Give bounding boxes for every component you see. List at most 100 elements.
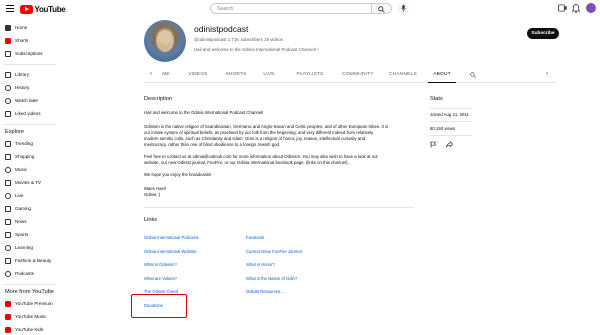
chevron-left-icon[interactable]: ‹ xyxy=(150,71,152,77)
sidebar-item-label: News xyxy=(15,219,27,224)
youtube-play-icon xyxy=(20,4,33,14)
sidebar-item-subscriptions[interactable]: Subscriptions xyxy=(0,48,60,59)
menu-icon[interactable] xyxy=(6,5,14,12)
sidebar-item-news[interactable]: News xyxy=(0,216,60,227)
sidebar-item-liked-videos[interactable]: Liked videos xyxy=(0,108,60,119)
sidebar-item-label: Liked videos xyxy=(15,111,41,116)
home-icon xyxy=(5,24,11,31)
sidebar-item-music[interactable]: Music xyxy=(0,164,60,175)
live-icon xyxy=(5,192,11,199)
sidebar-item-youtube-kids[interactable]: YouTube Kids xyxy=(0,324,60,335)
sidebar-item-podcasts[interactable]: Podcasts xyxy=(0,268,60,279)
sidebar-item-watch-later[interactable]: Watch later xyxy=(0,95,60,106)
sidebar-divider xyxy=(4,124,56,125)
sidebar-item-label: Sports xyxy=(15,232,29,237)
sidebar-item-shorts[interactable]: Shorts xyxy=(0,35,60,46)
channel-description-text: Hail and welcome to the Odinia Internati… xyxy=(194,47,317,52)
description-line: website, our new Odinist journal, FooFir… xyxy=(144,160,349,165)
tab-home[interactable]: ME xyxy=(158,67,174,83)
sidebar-item-movies-tv[interactable]: Movies & TV xyxy=(0,177,60,188)
description-signoff: Odinia :) xyxy=(144,192,161,197)
chevron-right-icon[interactable]: › xyxy=(546,71,548,77)
tab-videos[interactable]: VIDEOS xyxy=(184,67,212,83)
sidebar-item-label: Trending xyxy=(15,141,33,146)
tab-playlists[interactable]: PLAYLISTS xyxy=(292,67,328,83)
explore-heading: Explore xyxy=(5,129,24,135)
link-facebook[interactable]: Facebook xyxy=(246,235,264,240)
sidebar-item-label: Learning xyxy=(15,245,33,250)
top-bar: YouTube Search xyxy=(0,0,600,18)
search-input[interactable]: Search xyxy=(210,3,372,14)
sidebar-item-label: Live xyxy=(15,193,24,198)
sidebar-item-gaming[interactable]: Gaming xyxy=(0,203,60,214)
sidebar-item-fashion-beauty[interactable]: Fashion & Beauty xyxy=(0,255,60,266)
logo-text: YouTube xyxy=(34,4,66,14)
tab-live[interactable]: LIVE xyxy=(260,67,278,83)
description-heading: Description xyxy=(144,96,172,102)
tab-shorts[interactable]: SHORTS xyxy=(222,67,250,83)
sidebar-item-learning[interactable]: Learning xyxy=(0,242,60,253)
more-from-youtube-heading: More from YouTube xyxy=(5,289,54,295)
sidebar-item-label: Music xyxy=(15,167,27,172)
podcast-icon xyxy=(5,270,11,277)
sidebar-item-live[interactable]: Live xyxy=(0,190,60,201)
channel-tabs: ‹ ME VIDEOS SHORTS LIVE PLAYLISTS COMMUN… xyxy=(144,67,556,83)
sidebar-item-youtube-music[interactable]: YouTube Music xyxy=(0,311,60,322)
sidebar-item-history[interactable]: History xyxy=(0,82,60,93)
sidebar-item-youtube-premium[interactable]: YouTube Premium xyxy=(0,298,60,309)
sidebar-item-label: Library xyxy=(15,72,30,77)
sidebar-divider xyxy=(4,64,56,65)
library-icon xyxy=(5,71,11,78)
trophy-icon xyxy=(5,231,11,238)
bag-icon xyxy=(5,153,11,160)
stats-divider xyxy=(430,135,472,136)
create-video-icon[interactable] xyxy=(558,4,567,12)
bulb-icon xyxy=(5,244,11,251)
links-heading: Links xyxy=(144,217,158,223)
link-nation-of-odin[interactable]: What is the Nation of Odin? xyxy=(246,276,297,281)
channel-search-icon[interactable] xyxy=(470,72,476,78)
youtube-logo[interactable]: YouTube xyxy=(20,4,66,14)
link-what-are-values[interactable]: What are Values? xyxy=(144,276,177,281)
chevron-right-icon: › xyxy=(317,47,319,53)
sidebar-divider xyxy=(4,284,56,285)
sidebar-item-label: Watch later xyxy=(15,98,39,103)
voice-search-button[interactable] xyxy=(398,3,409,14)
sidebar-item-label: Gaming xyxy=(15,206,32,211)
flag-icon[interactable] xyxy=(430,141,437,148)
youtube-music-icon xyxy=(5,313,11,320)
stats-divider xyxy=(430,108,472,109)
flame-icon xyxy=(5,140,11,147)
search-icon xyxy=(378,6,385,13)
sidebar-item-sports[interactable]: Sports xyxy=(0,229,60,240)
sidebar-item-home[interactable]: Home xyxy=(0,22,60,33)
subscribe-button[interactable]: Subscribe xyxy=(527,28,559,39)
sidebar-item-shopping[interactable]: Shopping xyxy=(0,151,60,162)
link-what-is-odinism[interactable]: What is Odinism? xyxy=(144,262,177,267)
stats-divider xyxy=(430,121,472,122)
link-odinia-podcasts[interactable]: Odinia International Podcasts xyxy=(144,235,199,240)
view-count: 80,150 views xyxy=(430,126,456,131)
account-avatar[interactable] xyxy=(586,3,596,13)
sidebar-item-label: Podcasts xyxy=(15,271,34,276)
share-icon[interactable] xyxy=(446,141,453,148)
sidebar-item-library[interactable]: Library xyxy=(0,69,60,80)
clock-icon xyxy=(5,97,11,104)
highlight-box xyxy=(131,294,187,318)
tab-channels[interactable]: CHANNELS xyxy=(386,67,420,83)
tab-community[interactable]: COMMUNITY xyxy=(338,67,378,83)
link-foofire-journal[interactable]: Current Issue FooFire Journal xyxy=(246,249,302,254)
sidebar-item-trending[interactable]: Trending xyxy=(0,138,60,149)
joined-date: Joined Aug 21, 2011 xyxy=(430,112,469,117)
description-paragraph: Hail and welcome to the Odinia Internati… xyxy=(144,110,264,115)
sidebar-item-label: YouTube Premium xyxy=(15,301,53,306)
link-odinist-resources[interactable]: Odinist Resources... xyxy=(246,289,284,294)
tab-about[interactable]: ABOUT xyxy=(428,67,456,83)
search-button[interactable] xyxy=(372,3,392,14)
notifications-bell-icon[interactable] xyxy=(572,4,580,13)
sidebar-item-label: Home xyxy=(15,25,28,30)
sidebar-item-label: History xyxy=(15,85,30,90)
link-what-is-honor[interactable]: What is Honor? xyxy=(246,262,275,267)
channel-description-preview[interactable]: Hail and welcome to the Odinia Internati… xyxy=(194,47,319,53)
link-odinia-website[interactable]: Odinia International Website xyxy=(144,249,197,254)
